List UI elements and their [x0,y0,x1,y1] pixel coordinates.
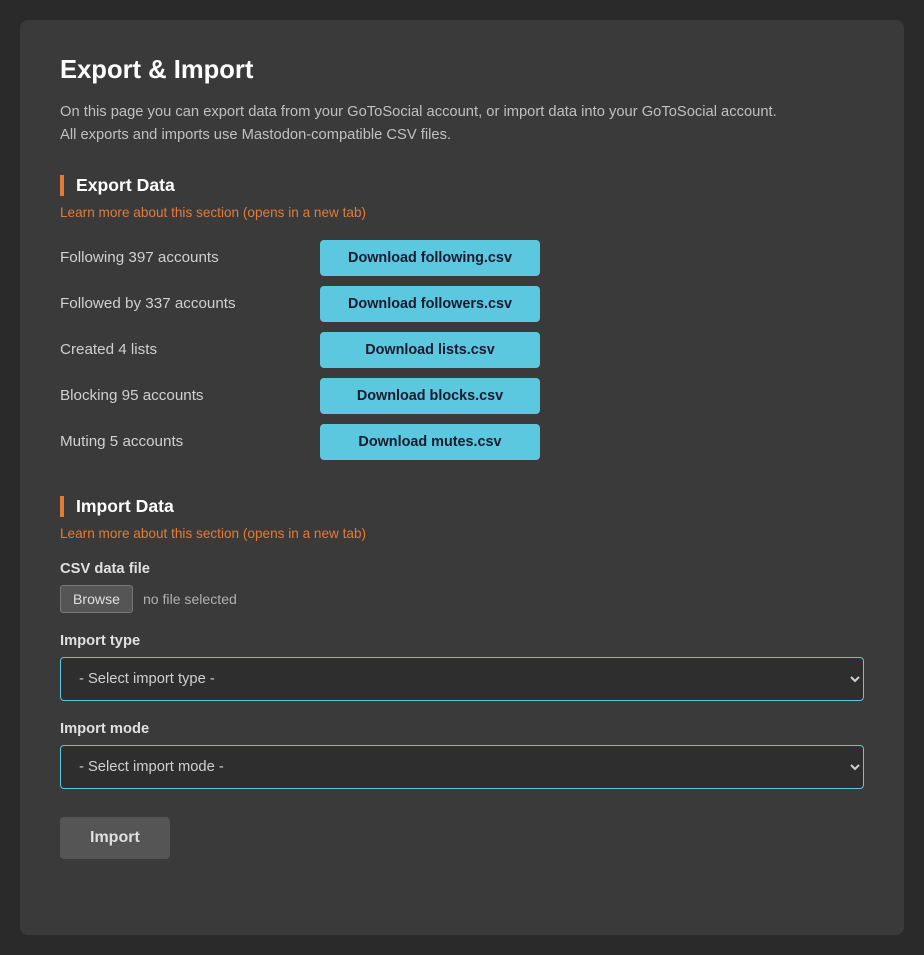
file-name-display: no file selected [143,591,237,607]
csv-file-label: CSV data file [60,561,864,577]
export-row-mutes: Muting 5 accounts Download mutes.csv [60,424,864,460]
export-row-following: Following 397 accounts Download followin… [60,240,864,276]
import-mode-group: Import mode - Select import mode - Merge… [60,721,864,789]
download-following-button[interactable]: Download following.csv [320,240,540,276]
import-type-label: Import type [60,633,864,649]
import-type-group: Import type - Select import type - Follo… [60,633,864,701]
import-mode-select[interactable]: - Select import mode - Merge Overwrite [60,745,864,789]
blocks-label: Blocking 95 accounts [60,387,320,404]
file-input-wrapper: Browse no file selected [60,585,864,613]
export-section: Export Data Learn more about this sectio… [60,175,864,460]
export-row-followers: Followed by 337 accounts Download follow… [60,286,864,322]
export-row-lists: Created 4 lists Download lists.csv [60,332,864,368]
import-mode-label: Import mode [60,721,864,737]
download-mutes-button[interactable]: Download mutes.csv [320,424,540,460]
export-learn-more-link[interactable]: Learn more about this section (opens in … [60,205,366,220]
page-description: On this page you can export data from yo… [60,101,864,147]
download-followers-button[interactable]: Download followers.csv [320,286,540,322]
import-heading: Import Data [76,496,864,517]
followers-label: Followed by 337 accounts [60,295,320,312]
mutes-label: Muting 5 accounts [60,433,320,450]
export-heading: Export Data [76,175,864,196]
import-type-select[interactable]: - Select import type - Following Followe… [60,657,864,701]
import-section-header: Import Data [60,496,864,517]
lists-label: Created 4 lists [60,341,320,358]
csv-file-group: CSV data file Browse no file selected [60,561,864,613]
import-learn-more-link[interactable]: Learn more about this section (opens in … [60,526,366,541]
import-button[interactable]: Import [60,817,170,859]
download-blocks-button[interactable]: Download blocks.csv [320,378,540,414]
export-section-header: Export Data [60,175,864,196]
download-lists-button[interactable]: Download lists.csv [320,332,540,368]
page-title: Export & Import [60,56,864,85]
import-section: Import Data Learn more about this sectio… [60,496,864,859]
browse-button[interactable]: Browse [60,585,133,613]
main-container: Export & Import On this page you can exp… [20,20,904,935]
export-row-blocks: Blocking 95 accounts Download blocks.csv [60,378,864,414]
following-label: Following 397 accounts [60,249,320,266]
